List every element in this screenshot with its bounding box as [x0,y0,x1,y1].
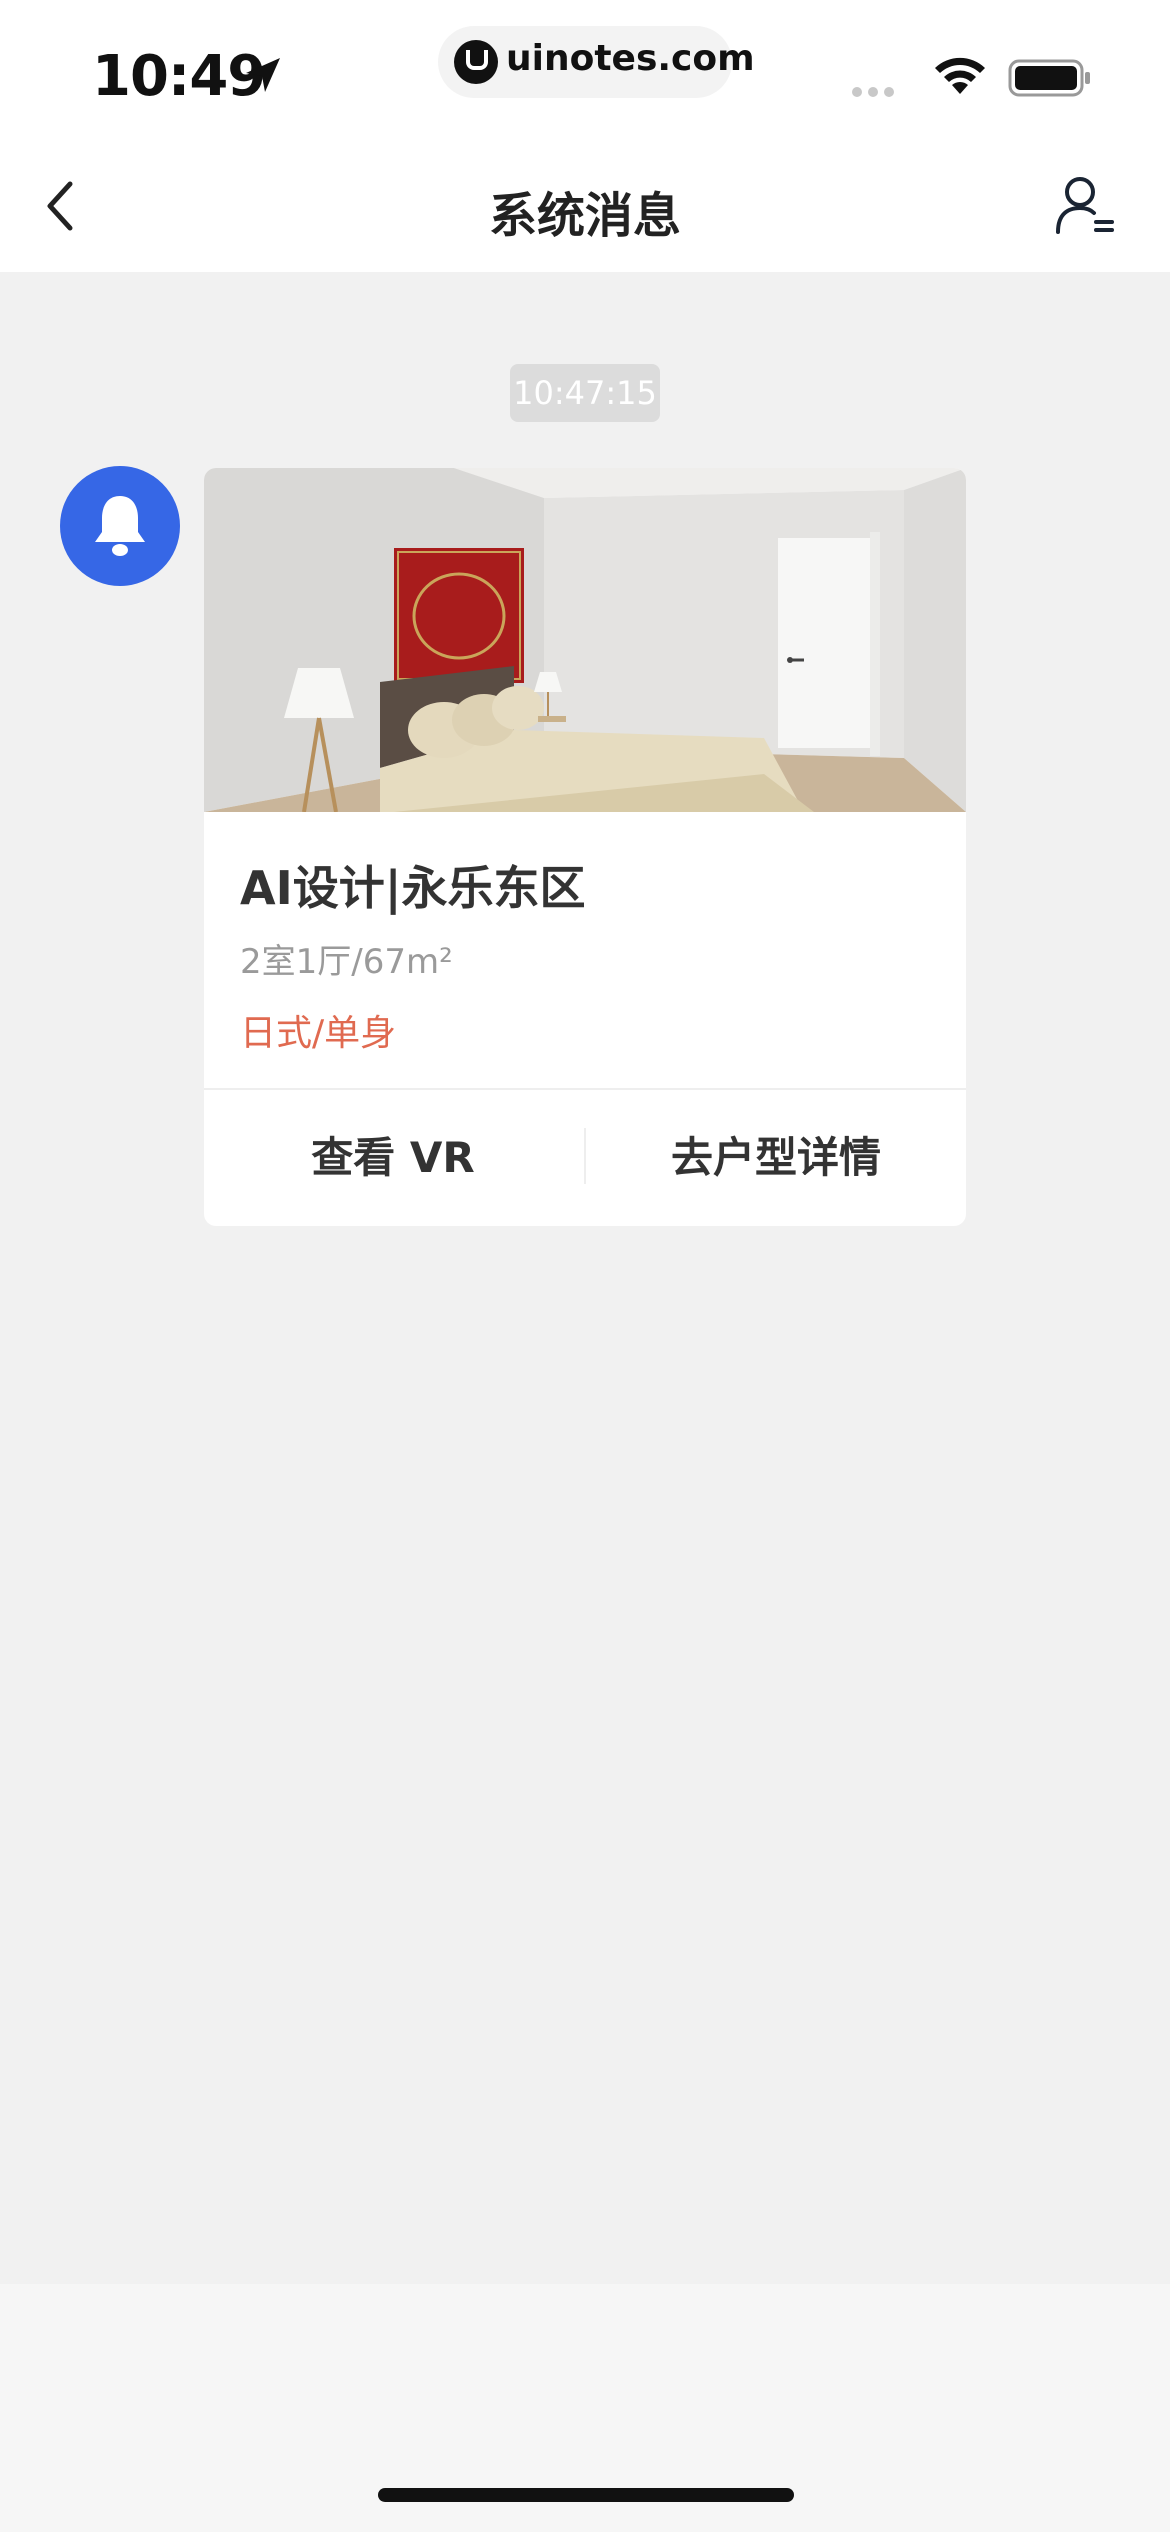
status-bar: 10:49 uinotes.com [0,0,1170,140]
url-text: uinotes.com [506,38,755,79]
battery-icon [1008,59,1090,97]
bedroom-render-image [204,468,966,812]
nav-bar: 系统消息 [0,140,1170,272]
system-avatar [60,466,180,586]
card-spec: 2室1厅/67m² [240,942,453,982]
url-pill[interactable]: uinotes.com [438,26,755,98]
card-title: AI设计|永乐东区 [240,861,586,915]
message-timestamp: 10:47:15 [510,364,660,422]
home-indicator[interactable] [378,2488,794,2502]
floorplan-detail-button[interactable]: 去户型详情 [586,1090,966,1226]
location-arrow-icon [246,58,280,92]
design-card[interactable]: AI设计|永乐东区 2室1厅/67m² 日式/单身 查看 VR 去户型详情 [204,468,966,1226]
user-list-icon[interactable] [1054,174,1116,236]
cellular-signal-icon [852,82,914,97]
page-title: 系统消息 [488,188,681,244]
view-vr-button[interactable]: 查看 VR [204,1090,582,1226]
card-style-tag: 日式/单身 [240,1013,397,1054]
wifi-icon [935,57,985,94]
site-logo-icon [454,40,498,84]
bell-icon [95,496,145,556]
